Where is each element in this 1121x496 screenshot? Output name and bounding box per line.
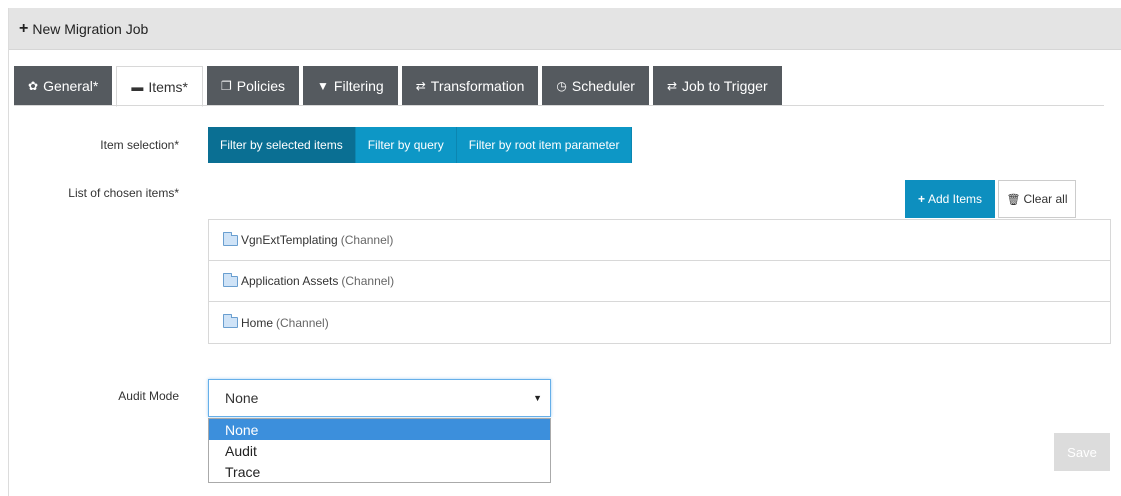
- clear-all-button[interactable]: 🗑 Clear all: [998, 180, 1076, 218]
- add-items-label: Add Items: [927, 192, 983, 206]
- page-title: New Migration Job: [32, 20, 149, 37]
- copy-icon: ❐: [221, 79, 232, 93]
- tab-scheduler[interactable]: ◷ Scheduler: [542, 66, 649, 106]
- audit-option-none[interactable]: None: [209, 419, 550, 440]
- plus-icon: +: [19, 19, 29, 37]
- audit-mode-select[interactable]: None ▼: [208, 379, 551, 417]
- tab-policies[interactable]: ❐ Policies: [207, 66, 300, 106]
- chosen-items-label: List of chosen items*: [68, 186, 179, 200]
- tab-filtering[interactable]: ▼ Filtering: [303, 66, 398, 106]
- exchange-icon: ⇄: [666, 79, 677, 93]
- item-selection-label: Item selection*: [100, 138, 179, 152]
- tab-label: Policies: [236, 78, 286, 94]
- tab-label: Transformation: [430, 78, 525, 94]
- filter-by-root-item-parameter-button[interactable]: Filter by root item parameter: [456, 127, 633, 163]
- tab-label: Job to Trigger: [682, 78, 768, 94]
- folder-icon: [223, 272, 238, 287]
- folder-icon: [223, 314, 238, 328]
- item-type: (Channel): [340, 233, 394, 247]
- tab-transformation[interactable]: ⇄ Transformation: [401, 66, 539, 106]
- add-items-button[interactable]: + Add Items: [905, 180, 995, 218]
- item-name: VgnExtTemplating: [241, 233, 338, 247]
- tab-general[interactable]: ✿ General*: [14, 66, 113, 106]
- item-name: Home: [241, 315, 274, 330]
- list-item[interactable]: VgnExtTemplating (Channel): [209, 220, 1110, 261]
- audit-option-trace[interactable]: Trace: [209, 461, 550, 482]
- tab-items[interactable]: ▬ Items*: [116, 66, 204, 107]
- list-item[interactable]: Home (Channel): [209, 302, 1110, 343]
- item-name: Application Assets: [241, 274, 339, 288]
- tab-bar: ✿ General* ▬ Items* ❐ Policies ▼ Filteri…: [14, 58, 786, 107]
- tab-label: Items*: [148, 78, 189, 95]
- clock-icon: ◷: [556, 79, 567, 93]
- tab-divider: [14, 105, 1104, 106]
- gear-icon: ✿: [28, 79, 39, 93]
- audit-mode-label: Audit Mode: [118, 389, 179, 403]
- chosen-items-list: VgnExtTemplating (Channel) Application A…: [208, 219, 1111, 344]
- list-item[interactable]: Application Assets (Channel): [209, 261, 1110, 302]
- filter-icon: ▼: [317, 79, 329, 93]
- folder-icon: [223, 231, 238, 246]
- plus-icon: +: [917, 192, 925, 206]
- tab-label: Scheduler: [571, 78, 635, 94]
- trash-icon: 🗑: [1006, 193, 1021, 206]
- audit-mode-dropdown: None Audit Trace: [208, 418, 551, 483]
- audit-mode-value: None: [225, 390, 259, 406]
- clear-all-label: Clear all: [1023, 192, 1068, 206]
- archive-icon: ▬: [131, 79, 144, 94]
- caret-down-icon: ▼: [533, 393, 542, 403]
- item-selection-toggle: Filter by selected items Filter by query…: [208, 127, 633, 163]
- tab-job-to-trigger[interactable]: ⇄ Job to Trigger: [652, 66, 782, 106]
- tab-label: Filtering: [333, 78, 384, 94]
- panel-header: + New Migration Job: [9, 8, 1121, 50]
- item-type: (Channel): [341, 274, 395, 288]
- item-type: (Channel): [276, 315, 329, 330]
- tab-label: General*: [43, 78, 99, 94]
- filter-by-selected-items-button[interactable]: Filter by selected items: [208, 127, 356, 163]
- filter-by-query-button[interactable]: Filter by query: [355, 127, 457, 163]
- save-button[interactable]: Save: [1054, 433, 1110, 471]
- exchange-icon: ⇄: [415, 79, 426, 93]
- audit-option-audit[interactable]: Audit: [209, 440, 550, 461]
